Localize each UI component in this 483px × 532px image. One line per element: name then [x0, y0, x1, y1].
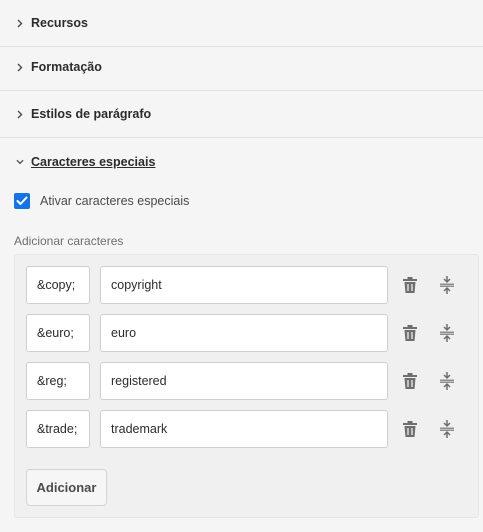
chevron-right-icon	[16, 18, 24, 28]
char-code-field[interactable]: &reg;	[26, 362, 90, 400]
char-code-field[interactable]: &trade;	[26, 410, 90, 448]
char-code-field[interactable]: &euro;	[26, 314, 90, 352]
chevron-right-icon	[16, 62, 24, 72]
trash-icon[interactable]	[399, 418, 421, 440]
chevron-down-icon	[16, 157, 24, 167]
drag-handle-icon[interactable]	[436, 418, 458, 440]
char-name-field[interactable]: euro	[100, 314, 388, 352]
drag-handle-icon[interactable]	[436, 322, 458, 344]
section-formatacao[interactable]: Formatação	[0, 44, 483, 91]
special-chars-multifield: &copy; copyright &euro; euro &reg; regis…	[14, 254, 479, 518]
chevron-right-icon	[16, 109, 24, 119]
section-title: Estilos de parágrafo	[31, 107, 152, 121]
trash-icon[interactable]	[399, 274, 421, 296]
section-caracteres-especiais[interactable]: Caracteres especiais	[0, 138, 483, 185]
section-title: Formatação	[31, 60, 102, 74]
enable-special-chars[interactable]: Ativar caracteres especiais	[14, 193, 189, 209]
checkbox-label: Ativar caracteres especiais	[40, 194, 190, 208]
trash-icon[interactable]	[399, 370, 421, 392]
section-title: Caracteres especiais	[31, 154, 156, 169]
char-name-field[interactable]: trademark	[100, 410, 388, 448]
char-name-field[interactable]: copyright	[100, 266, 388, 304]
section-title: Recursos	[31, 16, 88, 30]
section-recursos[interactable]: Recursos	[0, 0, 483, 47]
drag-handle-icon[interactable]	[436, 274, 458, 296]
drag-handle-icon[interactable]	[436, 370, 458, 392]
add-characters-label: Adicionar caracteres	[14, 234, 124, 248]
enable-special-chars-checkbox[interactable]	[14, 193, 30, 209]
section-estilos-paragrafo[interactable]: Estilos de parágrafo	[0, 91, 483, 138]
add-button[interactable]: Adicionar	[26, 469, 107, 506]
checkmark-icon	[16, 196, 28, 205]
trash-icon[interactable]	[399, 322, 421, 344]
char-name-field[interactable]: registered	[100, 362, 388, 400]
char-code-field[interactable]: &copy;	[26, 266, 90, 304]
